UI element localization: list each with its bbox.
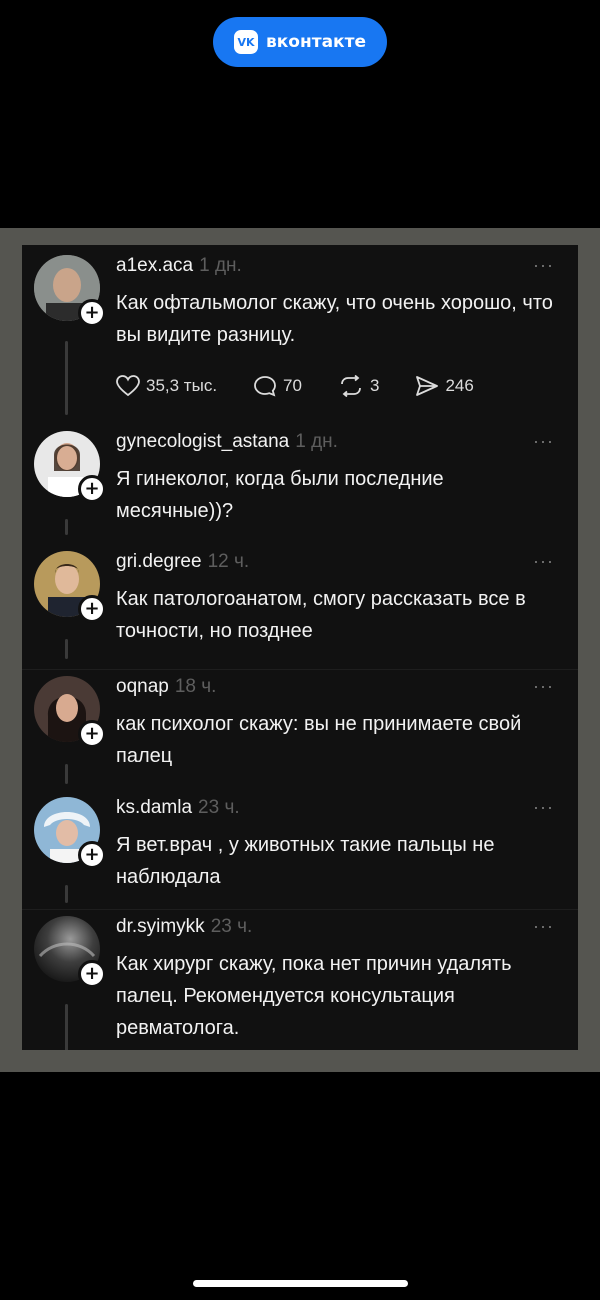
share-count: 246	[445, 376, 474, 395]
reply-header: dr.syimykk 23 ч.	[116, 916, 252, 938]
reply-text: Я гинеколог, когда были последние месячн…	[116, 468, 444, 522]
username[interactable]: gri.degree	[116, 551, 202, 572]
thread-line	[65, 341, 68, 415]
timestamp: 23 ч.	[210, 916, 253, 937]
follow-plus-icon[interactable]: +	[78, 960, 106, 988]
main-post: + a1ex.aca 1 дн. ··· Как офтальмолог скаж…	[22, 245, 578, 423]
reply-header: oqnap 18 ч.	[116, 676, 216, 698]
reply-text: Как хирург скажу, пока нет причин удалят…	[116, 953, 512, 1039]
timestamp: 18 ч.	[174, 676, 217, 697]
more-options-icon[interactable]: ···	[533, 551, 554, 572]
follow-plus-icon[interactable]: +	[78, 720, 106, 748]
username[interactable]: ks.damla	[116, 797, 192, 818]
comment-count: 70	[283, 376, 302, 395]
reply-text: как психолог скажу: вы не принимаете сво…	[116, 713, 522, 767]
post-header: a1ex.aca 1 дн.	[116, 255, 242, 277]
heart-icon	[116, 375, 140, 397]
repost-button[interactable]: 3	[338, 375, 379, 397]
reply-header: ks.damla 23 ч.	[116, 797, 240, 819]
thread-line	[65, 639, 68, 659]
like-button[interactable]: 35,3 тыс.	[116, 375, 217, 397]
comment-button[interactable]: 70	[253, 375, 302, 397]
more-options-icon[interactable]: ···	[533, 916, 554, 937]
vk-brand-label: вконтакте	[266, 32, 366, 52]
username[interactable]: gynecologist_astana	[116, 431, 289, 452]
repost-icon	[341, 375, 361, 397]
more-options-icon[interactable]: ···	[533, 797, 554, 818]
like-count: 35,3 тыс.	[146, 376, 218, 395]
timestamp: 1 дн.	[295, 431, 338, 452]
vk-brand-button[interactable]: VK вконтакте	[213, 17, 387, 67]
timestamp: 1 дн.	[199, 255, 242, 276]
reply-item: + gynecologist_astana 1 дн. ··· Я гинекол…	[22, 423, 578, 545]
vk-logo-icon: VK	[234, 30, 259, 54]
more-options-icon[interactable]: ···	[533, 431, 554, 452]
username[interactable]: dr.syimykk	[116, 916, 205, 937]
post-actions: 35,3 тыс. 70 3 246	[116, 375, 510, 397]
send-icon	[416, 376, 439, 396]
timestamp: 12 ч.	[207, 551, 250, 572]
thread-line	[65, 519, 68, 535]
comments-panel: + a1ex.aca 1 дн. ··· Как офтальмолог скаж…	[22, 245, 578, 1050]
share-button[interactable]: 246	[415, 375, 474, 397]
thread-line	[65, 885, 68, 903]
post-text: Как офтальмолог скажу, что очень хорошо,…	[116, 292, 553, 346]
reply-item: + gri.degree 12 ч. ··· Как патологоанатом…	[22, 545, 578, 669]
more-options-icon[interactable]: ···	[533, 676, 554, 697]
follow-plus-icon[interactable]: +	[78, 841, 106, 869]
reply-text: Я вет.врач , у животных такие пальцы не …	[116, 834, 495, 888]
thread-line	[65, 1004, 68, 1050]
username[interactable]: oqnap	[116, 676, 169, 697]
reply-header: gri.degree 12 ч.	[116, 551, 249, 573]
timestamp: 23 ч.	[198, 797, 240, 818]
reply-text: Как патологоанатом, смогу рассказать все…	[116, 588, 526, 642]
follow-plus-icon[interactable]: +	[78, 475, 106, 503]
username[interactable]: a1ex.aca	[116, 255, 193, 276]
reply-item: + oqnap 18 ч. ··· как психолог скажу: вы …	[22, 669, 578, 792]
reply-item: + dr.syimykk 23 ч. ··· Как хирург скажу, …	[22, 909, 578, 1050]
follow-plus-icon[interactable]: +	[78, 595, 106, 623]
repost-count: 3	[369, 376, 380, 395]
screenshot-frame: + a1ex.aca 1 дн. ··· Как офтальмолог скаж…	[0, 228, 600, 1072]
reply-item: + ks.damla 23 ч. ··· Я вет.врач , у живот…	[22, 791, 578, 909]
reply-header: gynecologist_astana 1 дн.	[116, 431, 338, 453]
comment-icon	[254, 376, 276, 397]
more-options-icon[interactable]: ···	[533, 255, 554, 276]
thread-line	[65, 764, 68, 784]
follow-plus-icon[interactable]: +	[78, 299, 106, 327]
home-indicator[interactable]	[193, 1280, 408, 1287]
